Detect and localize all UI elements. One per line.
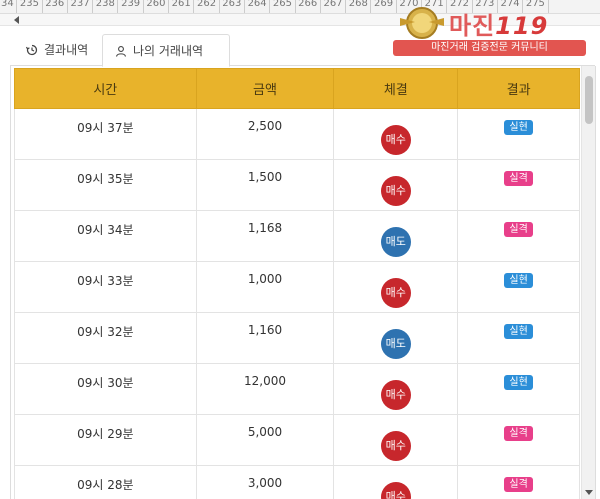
- number-cell[interactable]: 237: [68, 0, 94, 13]
- cell-trade: 매수: [333, 414, 459, 466]
- trade-badge: 매수: [380, 176, 411, 206]
- cell-time: 09시 28분: [14, 465, 197, 499]
- number-cell[interactable]: 267: [321, 0, 347, 13]
- cell-amount: 1,000: [195, 261, 335, 313]
- result-badge: 실격: [504, 171, 533, 186]
- cell-trade: 매수: [333, 465, 459, 499]
- cell-result: 실현: [457, 312, 580, 364]
- cell-trade: 매수: [333, 261, 459, 313]
- column-header-trade: 체결: [333, 68, 459, 109]
- trade-badge: 매수: [380, 278, 411, 308]
- number-cell[interactable]: 266: [296, 0, 321, 13]
- number-cell[interactable]: 238: [93, 0, 119, 13]
- cell-amount: 1,168: [195, 210, 335, 262]
- history-icon: [26, 44, 38, 56]
- cell-amount: 2,500: [195, 108, 335, 160]
- scroll-left-arrow-icon[interactable]: [14, 16, 19, 24]
- result-badge: 실격: [504, 477, 533, 492]
- cell-result: 실격: [457, 159, 580, 211]
- cell-result: 실격: [457, 414, 580, 466]
- table-row: 09시 30분 12,000 매수 실현: [14, 363, 580, 415]
- number-cell[interactable]: 236: [43, 0, 68, 13]
- number-cell[interactable]: 262: [194, 0, 220, 13]
- result-badge: 실격: [504, 426, 533, 441]
- number-cell[interactable]: 264: [245, 0, 271, 13]
- result-badge: 실현: [504, 375, 533, 390]
- scrollbar-thumb[interactable]: [585, 76, 593, 124]
- cell-time: 09시 30분: [14, 363, 197, 415]
- tab-label: 결과내역: [44, 43, 89, 57]
- number-cell[interactable]: 261: [169, 0, 195, 13]
- cell-amount: 12,000: [195, 363, 335, 415]
- column-header-amount: 금액: [195, 68, 335, 109]
- cell-result: 실현: [457, 261, 580, 313]
- table-row: 09시 29분 5,000 매수 실격: [14, 414, 580, 466]
- table-row: 09시 33분 1,000 매수 실현: [14, 261, 580, 313]
- tab-result-history[interactable]: 결과내역: [14, 34, 100, 66]
- table-header-row: 시간 금액 체결 결과: [14, 68, 580, 109]
- trade-badge: 매수: [380, 482, 411, 499]
- cell-amount: 5,000: [195, 414, 335, 466]
- table-row: 09시 37분 2,500 매수 실현: [14, 108, 580, 160]
- result-badge: 실현: [504, 120, 533, 135]
- trade-badge: 매수: [380, 431, 411, 461]
- result-badge: 실격: [504, 222, 533, 237]
- cell-trade: 매도: [333, 312, 459, 364]
- number-cell[interactable]: 234: [0, 0, 18, 13]
- cell-result: 실격: [457, 210, 580, 262]
- column-header-result: 결과: [457, 68, 580, 109]
- cell-time: 09시 37분: [14, 108, 197, 160]
- user-icon: [115, 45, 127, 57]
- trade-table: 시간 금액 체결 결과 09시 37분 2,500 매수 실현 09시 35분 1,500…: [14, 68, 580, 499]
- column-header-time: 시간: [14, 68, 197, 109]
- table-row: 09시 34분 1,168 매도 실격: [14, 210, 580, 262]
- vertical-scrollbar[interactable]: [581, 66, 595, 499]
- tab-my-trades[interactable]: 나의 거래내역: [102, 34, 230, 67]
- cell-time: 09시 35분: [14, 159, 197, 211]
- result-badge: 실현: [504, 273, 533, 288]
- trade-badge: 매수: [380, 380, 411, 410]
- number-cell[interactable]: 235: [17, 0, 43, 13]
- trade-badge: 매도: [380, 227, 411, 257]
- table-row: 09시 35분 1,500 매수 실격: [14, 159, 580, 211]
- cell-time: 09시 34분: [14, 210, 197, 262]
- cell-result: 실격: [457, 465, 580, 499]
- cell-trade: 매수: [333, 108, 459, 160]
- cell-time: 09시 32분: [14, 312, 197, 364]
- cell-trade: 매수: [333, 363, 459, 415]
- number-cell[interactable]: 260: [144, 0, 170, 13]
- result-badge: 실현: [504, 324, 533, 339]
- table-row: 09시 28분 3,000 매수 실격: [14, 465, 580, 499]
- number-cell[interactable]: 265: [270, 0, 296, 13]
- cell-trade: 매도: [333, 210, 459, 262]
- number-cell[interactable]: 263: [220, 0, 245, 13]
- table-row: 09시 32분 1,160 매도 실현: [14, 312, 580, 364]
- number-cell[interactable]: 268: [346, 0, 372, 13]
- trade-badge: 매수: [380, 125, 411, 155]
- cell-amount: 1,160: [195, 312, 335, 364]
- cell-result: 실현: [457, 363, 580, 415]
- cell-amount: 1,500: [195, 159, 335, 211]
- cell-time: 09시 33분: [14, 261, 197, 313]
- scroll-down-arrow-icon[interactable]: [585, 490, 593, 495]
- trade-badge: 매도: [380, 329, 411, 359]
- number-cell[interactable]: 239: [118, 0, 144, 13]
- tab-label: 나의 거래내역: [133, 43, 204, 58]
- tab-bar: 결과내역 나의 거래내역: [10, 34, 595, 67]
- trade-table-panel: 시간 금액 체결 결과 09시 37분 2,500 매수 실현 09시 35분 1,500…: [10, 66, 596, 499]
- cell-time: 09시 29분: [14, 414, 197, 466]
- cell-result: 실현: [457, 108, 580, 160]
- cell-amount: 3,000: [195, 465, 335, 499]
- cell-trade: 매수: [333, 159, 459, 211]
